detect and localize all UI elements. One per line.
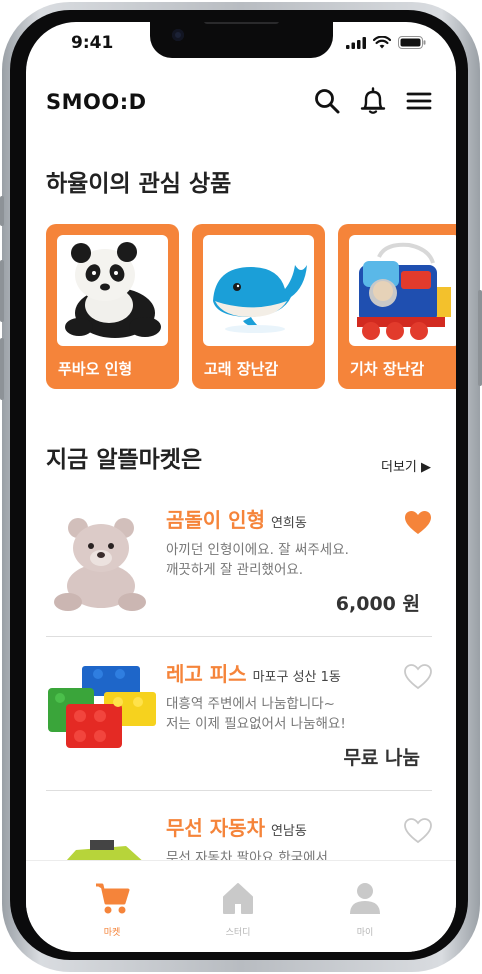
home-icon — [223, 883, 253, 914]
lego-bricks-image — [46, 658, 156, 768]
interest-card[interactable]: 기차 장난감 — [338, 224, 456, 389]
app-logo: SMOO:D — [46, 90, 147, 114]
power-button — [478, 290, 482, 386]
tab-label: 마켓 — [103, 928, 121, 938]
volume-up-button — [0, 260, 4, 322]
item-divider — [46, 636, 432, 637]
market-section-title: 지금 알뜰마켓은 — [46, 447, 203, 473]
item-description: 아끼던 인형이에요. 잘 써주세요. 깨끗하게 잘 관리했어요. — [166, 542, 349, 578]
silent-switch — [0, 196, 4, 226]
interest-carousel[interactable]: 푸바오 인형 고래 장난감 기차 장난감 — [46, 224, 456, 389]
item-title-line: 무선 자동차 연남동 — [166, 812, 307, 841]
signal-icon — [346, 37, 366, 49]
teddy-bear-image — [46, 504, 156, 614]
item-price: 무료 나눔 — [343, 747, 420, 769]
battery-icon — [398, 36, 426, 49]
tab-my[interactable]: 마이 — [325, 881, 405, 938]
tab-market[interactable]: 마켓 — [72, 881, 152, 938]
heart-filled-icon[interactable] — [404, 510, 432, 536]
interest-section-title: 하율이의 관심 상품 — [46, 171, 232, 197]
panda-plush-image — [57, 235, 168, 346]
tab-study[interactable]: 스터디 — [198, 881, 278, 938]
more-link[interactable]: 더보기 ▶ — [381, 456, 431, 475]
market-item[interactable]: 레고 피스 마포구 성산 1동 대흥역 주변에서 나눔합니다~ 저는 이제 필요없… — [46, 658, 432, 778]
app-screen: 9:41 SMOO:D 하율이의 관심 상품 푸바오 인형 고래 장난감 기차 … — [26, 22, 456, 952]
search-icon[interactable] — [313, 87, 341, 115]
item-description: 대흥역 주변에서 나눔합니다~ 저는 이제 필요없어서 나눔해요! — [166, 696, 346, 732]
interest-card-label: 푸바오 인형 — [58, 360, 133, 378]
heart-outline-icon[interactable] — [404, 664, 432, 690]
item-price: 6,000 원 — [335, 593, 420, 615]
heart-outline-icon[interactable] — [404, 818, 432, 844]
app-header: SMOO:D — [26, 82, 456, 120]
item-location: 연남동 — [270, 824, 307, 839]
train-toy-image — [349, 235, 456, 346]
front-camera — [172, 29, 184, 41]
volume-down-button — [0, 338, 4, 400]
person-icon — [350, 883, 380, 914]
item-title-line: 레고 피스 마포구 성산 1동 — [166, 658, 341, 687]
interest-card[interactable]: 고래 장난감 — [192, 224, 325, 389]
tab-label: 마이 — [356, 928, 374, 938]
speaker — [204, 22, 279, 24]
notch — [150, 22, 333, 58]
tab-label: 스터디 — [225, 928, 251, 938]
interest-card-label: 고래 장난감 — [204, 360, 279, 378]
bell-icon[interactable] — [359, 87, 387, 115]
item-location: 마포구 성산 1동 — [252, 670, 341, 685]
item-divider — [46, 790, 432, 791]
item-title: 레고 피스 — [166, 662, 247, 686]
interest-card-label: 기차 장난감 — [350, 360, 425, 378]
item-title: 무선 자동차 — [166, 816, 265, 840]
item-location: 연희동 — [270, 516, 307, 531]
interest-card[interactable]: 푸바오 인형 — [46, 224, 179, 389]
item-title-line: 곰돌이 인형 연희동 — [166, 504, 307, 533]
bottom-tab-bar: 마켓 스터디 마이 — [26, 860, 456, 952]
whale-toy-image — [203, 235, 314, 346]
wifi-icon — [373, 36, 391, 49]
market-item[interactable]: 곰돌이 인형 연희동 아끼던 인형이에요. 잘 써주세요. 깨끗하게 잘 관리했어… — [46, 504, 432, 624]
status-icons — [346, 36, 426, 49]
status-time: 9:41 — [71, 33, 114, 53]
cart-icon — [96, 883, 130, 914]
menu-icon[interactable] — [405, 87, 433, 115]
item-title: 곰돌이 인형 — [166, 508, 265, 532]
